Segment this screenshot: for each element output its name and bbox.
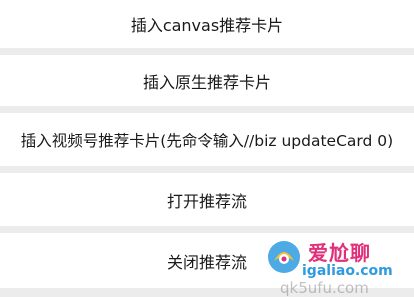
open-feed-button[interactable]: 打开推荐流 bbox=[0, 173, 414, 226]
insert-canvas-card-label: 插入canvas推荐卡片 bbox=[130, 16, 284, 35]
insert-native-card-label: 插入原生推荐卡片 bbox=[142, 72, 271, 92]
close-feed-label: 关闭推荐流 bbox=[166, 252, 247, 272]
close-feed-button[interactable]: 关闭推荐流 bbox=[0, 233, 414, 288]
insert-native-card-button[interactable]: 插入原生推荐卡片 bbox=[0, 55, 414, 106]
insert-channels-card-label: 插入视频号推荐卡片(先命令输入//biz updateCard 0) bbox=[20, 131, 394, 150]
open-feed-label: 打开推荐流 bbox=[166, 191, 247, 211]
screen: 插入canvas推荐卡片 插入原生推荐卡片 插入视频号推荐卡片(先命令输入//b… bbox=[0, 0, 414, 297]
insert-channels-card-button[interactable]: 插入视频号推荐卡片(先命令输入//biz updateCard 0) bbox=[0, 113, 414, 166]
insert-canvas-card-button[interactable]: 插入canvas推荐卡片 bbox=[0, 0, 414, 48]
